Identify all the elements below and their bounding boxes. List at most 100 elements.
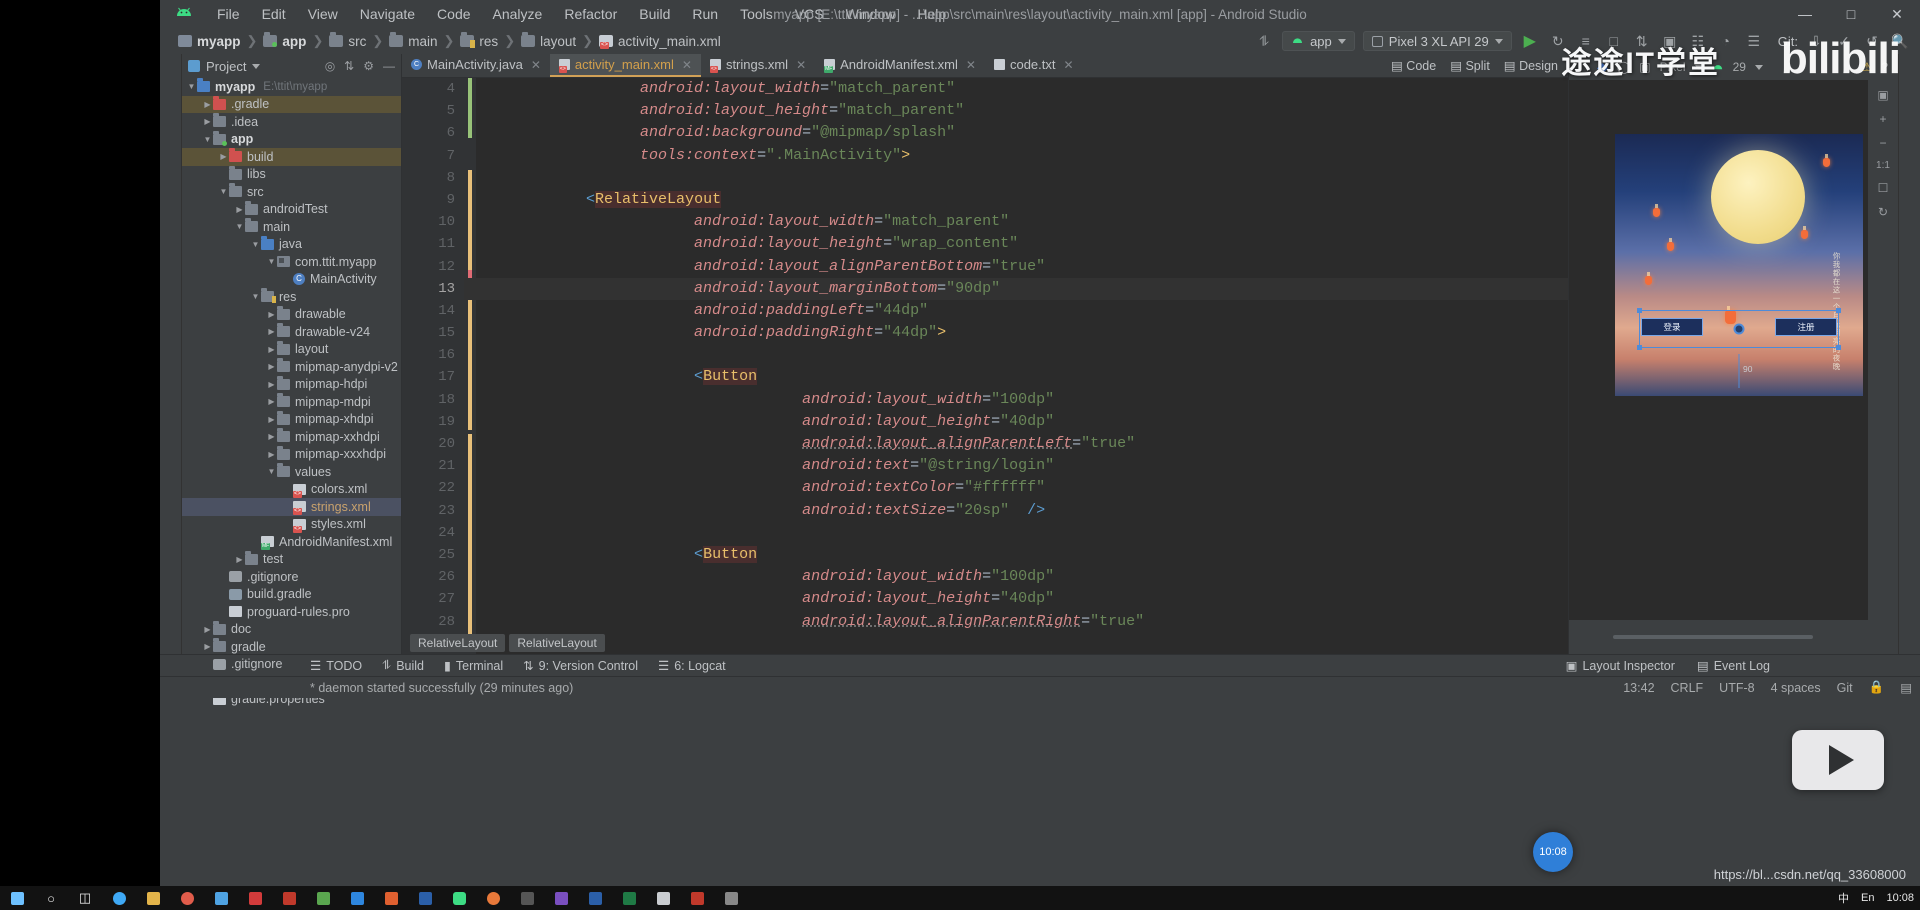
resize-handle-bl[interactable] <box>1637 345 1642 350</box>
taskbar-app-vs[interactable] <box>544 886 578 910</box>
hammer-build-icon[interactable]: ⥮ <box>1254 31 1274 51</box>
taskbar-app-ps[interactable] <box>408 886 442 910</box>
code-line[interactable]: android:layout_alignParentBottom="true" <box>464 256 1568 278</box>
tab-close-icon[interactable]: ✕ <box>682 58 692 72</box>
editor-tab-strings-xml[interactable]: strings.xml ✕ <box>701 54 815 77</box>
editor-mode-switch[interactable]: ▤ Code ▤ Split ▤ Design <box>1391 54 1568 77</box>
chip-relativelayout-1[interactable]: RelativeLayout <box>410 634 506 652</box>
code-line[interactable]: android:textColor="#ffffff" <box>464 477 1568 499</box>
code-line[interactable]: android:layout_marginBottom="90dp" <box>464 277 1568 300</box>
project-tree[interactable]: ▼ myapp E:\ttit\myapp ▶ .gradle ▶ .idea ▼ app ▶ bu… <box>182 78 401 708</box>
editor-tab-activity-main-xml[interactable]: activity_main.xml ✕ <box>549 54 701 77</box>
tree-item-layout[interactable]: ▶ layout <box>182 340 401 359</box>
code-line[interactable]: android:layout_alignParentLeft="true" <box>464 433 1568 455</box>
editor-tab-mainactivity-java[interactable]: MainActivity.java ✕ <box>402 54 550 77</box>
tree-toggle-right-icon[interactable]: ▶ <box>202 642 213 651</box>
tree-toggle-down-icon[interactable]: ▼ <box>266 467 277 476</box>
selection-box[interactable] <box>1637 308 1841 350</box>
tree-toggle-right-icon[interactable]: ▶ <box>266 450 277 459</box>
code-line[interactable]: android:paddingRight="44dp"> <box>464 322 1568 344</box>
tree-item-res[interactable]: ▼ res <box>182 288 401 306</box>
refresh-icon[interactable]: ↻ <box>1878 205 1888 219</box>
tree-item-mainactivity[interactable]: C MainActivity <box>182 271 401 289</box>
line-separator[interactable]: CRLF <box>1671 681 1704 695</box>
code-line[interactable]: android:layout_height="40dp" <box>464 588 1568 610</box>
resize-handle-tl[interactable] <box>1637 308 1642 313</box>
breadcrumb-item-main[interactable]: main <box>408 34 437 49</box>
tab-close-icon[interactable]: ✕ <box>531 58 541 72</box>
tree-item-mipmap-xhdpi[interactable]: ▶ mipmap-xhdpi <box>182 410 401 429</box>
lock-icon[interactable]: 🔒 <box>1869 680 1885 695</box>
tree-item-com-ttit-myapp[interactable]: ▼ com.ttit.myapp <box>182 253 401 271</box>
tree-item--idea[interactable]: ▶ .idea <box>182 113 401 131</box>
tree-item-drawable[interactable]: ▶ drawable <box>182 305 401 324</box>
chevron-down-icon[interactable] <box>1754 64 1763 70</box>
design-api-label[interactable]: 29 <box>1733 60 1746 74</box>
scroll-from-source-icon[interactable]: ◎ <box>325 59 335 73</box>
tree-item-src[interactable]: ▼ src <box>182 183 401 201</box>
tray-ime[interactable]: En <box>1861 892 1874 904</box>
tree-toggle-right-icon[interactable]: ▶ <box>266 362 277 371</box>
tree-toggle-right-icon[interactable]: ▶ <box>266 415 277 424</box>
breadcrumb-item-app[interactable]: app <box>282 34 306 49</box>
tree-item-doc[interactable]: ▶ doc <box>182 620 401 639</box>
bottom-tool-event-log[interactable]: ▤ Event Log <box>1697 658 1770 674</box>
breadcrumb[interactable]: myapp ❯ app ❯ src ❯ main ❯ res ❯ layout … <box>178 32 721 49</box>
menu-refactor[interactable]: Refactor <box>553 3 628 25</box>
run-button[interactable]: ▶ <box>1520 31 1540 51</box>
tree-item-myapp[interactable]: ▼ myapp E:\ttit\myapp <box>182 78 401 96</box>
breadcrumb-item-src[interactable]: src <box>348 34 366 49</box>
menu-edit[interactable]: Edit <box>251 3 297 25</box>
tree-toggle-right-icon[interactable]: ▶ <box>266 310 277 319</box>
chevron-down-icon[interactable] <box>252 63 261 69</box>
layout-inspector-button[interactable]: ☰ <box>1744 31 1764 51</box>
taskbar-app-terminal[interactable] <box>510 886 544 910</box>
tree-item-app[interactable]: ▼ app <box>182 130 401 149</box>
zoom-ratio-label[interactable]: 1:1 <box>1876 160 1890 171</box>
taskbar-app-studio[interactable] <box>442 886 476 910</box>
tree-item-mipmap-xxxhdpi[interactable]: ▶ mipmap-xxxhdpi <box>182 445 401 464</box>
tree-item--gitignore[interactable]: .gitignore <box>182 656 401 674</box>
design-right-rail[interactable]: ▣ + − 1:1 ☐ ↻ <box>1868 80 1898 620</box>
tree-toggle-right-icon[interactable]: ▶ <box>266 327 277 336</box>
pan-icon[interactable]: ☐ <box>1878 181 1889 195</box>
bottom-tool-window-bar[interactable]: ☰ TODO ⥮ Build ▮ Terminal ⇅ 9: Version C… <box>160 654 1920 676</box>
code-line[interactable] <box>464 167 1568 189</box>
tree-toggle-right-icon[interactable]: ▶ <box>202 117 213 126</box>
memory-indicator[interactable]: ▤ <box>1900 680 1912 695</box>
taskbar-app-chrome[interactable] <box>170 886 204 910</box>
tree-item-values[interactable]: ▼ values <box>182 463 401 481</box>
tree-item-mipmap-mdpi[interactable]: ▶ mipmap-mdpi <box>182 393 401 411</box>
zoom-in-icon[interactable]: + <box>1879 112 1886 126</box>
code-line[interactable]: android:layout_height="match_parent" <box>464 100 1568 122</box>
tree-item-drawable-v24[interactable]: ▶ drawable-v24 <box>182 323 401 341</box>
breadcrumb-item-myapp[interactable]: myapp <box>197 34 241 49</box>
resize-handle-br[interactable] <box>1836 345 1841 350</box>
tree-toggle-right-icon[interactable]: ▶ <box>234 205 245 214</box>
close-button[interactable]: ✕ <box>1874 0 1920 28</box>
windows-taskbar[interactable]: ○ ◫ 中 En 10:08 <box>0 886 1920 910</box>
taskbar-app-notepad[interactable] <box>646 886 680 910</box>
bottom-tool-logcat[interactable]: ☰ 6: Logcat <box>658 658 726 674</box>
code-line[interactable]: <Button <box>464 366 1568 388</box>
menu-analyze[interactable]: Analyze <box>482 3 554 25</box>
chip-relativelayout-2[interactable]: RelativeLayout <box>509 634 605 652</box>
tree-item-androidmanifest-xml[interactable]: AndroidManifest.xml <box>182 533 401 551</box>
taskbar-app-extra2[interactable] <box>714 886 748 910</box>
tree-item-test[interactable]: ▶ test <box>182 550 401 569</box>
file-encoding[interactable]: UTF-8 <box>1719 681 1754 695</box>
tree-toggle-right-icon[interactable]: ▶ <box>266 345 277 354</box>
code-line[interactable]: android:layout_height="40dp" <box>464 411 1568 433</box>
split-view-button[interactable]: ▤ Split <box>1450 58 1490 73</box>
taskbar-task-view-icon[interactable]: ◫ <box>68 886 102 910</box>
tree-toggle-right-icon[interactable]: ▶ <box>234 555 245 564</box>
tree-toggle-down-icon[interactable]: ▼ <box>202 135 213 144</box>
tree-item-proguard-rules-pro[interactable]: proguard-rules.pro <box>182 603 401 621</box>
horizontal-scrollbar[interactable] <box>1613 635 1813 639</box>
editor-tab-code-txt[interactable]: code.txt ✕ <box>985 54 1083 77</box>
tree-item-colors-xml[interactable]: colors.xml <box>182 481 401 499</box>
taskbar-app-tencent[interactable] <box>340 886 374 910</box>
tree-toggle-right-icon[interactable]: ▶ <box>218 152 229 161</box>
system-tray[interactable]: 中 En 10:08 <box>1838 890 1914 906</box>
menu-build[interactable]: Build <box>628 3 681 25</box>
